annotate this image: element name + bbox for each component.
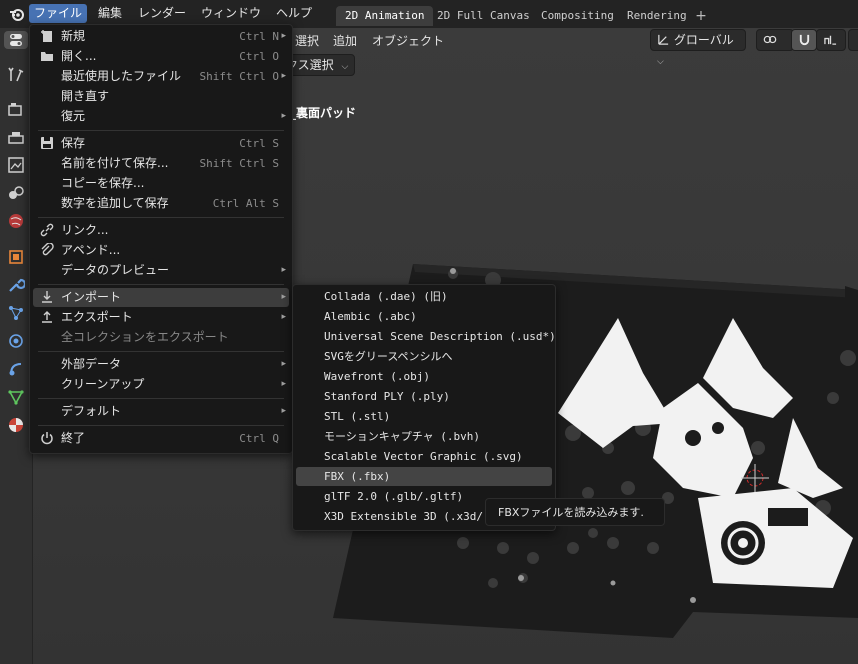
menu-item-new[interactable]: 新規 Ctrl N ▸ bbox=[33, 27, 289, 46]
file-menu: 新規 Ctrl N ▸ 開く... Ctrl O 最近使用したファイル Shif… bbox=[29, 24, 293, 454]
menu-separator bbox=[38, 398, 284, 399]
submenu-arrow-icon: ▸ bbox=[281, 71, 286, 81]
menu-item-clean-up[interactable]: クリーンアップ ▸ bbox=[33, 375, 289, 394]
submenu-arrow-icon: ▸ bbox=[281, 31, 286, 41]
object-icon[interactable] bbox=[7, 248, 25, 266]
particles-icon[interactable] bbox=[7, 304, 25, 322]
submenu-arrow-icon: ▸ bbox=[281, 359, 286, 369]
export-icon bbox=[42, 311, 52, 323]
menu-item-open[interactable]: 開く... Ctrl O bbox=[33, 47, 289, 66]
menu-item-save-copy[interactable]: コピーを保存... bbox=[33, 174, 289, 193]
import-item-collada[interactable]: Collada (.dae) (旧) bbox=[296, 287, 552, 306]
menu-separator bbox=[38, 217, 284, 218]
import-item-fbx[interactable]: FBX (.fbx) bbox=[296, 467, 552, 486]
import-item-svg[interactable]: Scalable Vector Graphic (.svg) bbox=[296, 447, 552, 466]
tool-icon[interactable] bbox=[7, 66, 25, 84]
tooltip-text: FBXファイルを読み込みます. bbox=[498, 506, 644, 519]
modifier-wrench-icon[interactable] bbox=[7, 276, 25, 294]
new-file-icon bbox=[41, 30, 52, 42]
import-icon bbox=[42, 291, 52, 303]
render-icon[interactable] bbox=[7, 100, 25, 118]
submenu-arrow-icon: ▸ bbox=[281, 406, 286, 416]
menu-item-save-as[interactable]: 名前を付けて保存... Shift Ctrl S bbox=[33, 154, 289, 173]
menu-separator bbox=[38, 425, 284, 426]
submenu-arrow-icon: ▸ bbox=[281, 111, 286, 121]
material-icon[interactable] bbox=[7, 416, 25, 434]
world-icon[interactable] bbox=[7, 212, 25, 230]
append-icon bbox=[41, 243, 54, 256]
menu-item-export[interactable]: エクスポート ▸ bbox=[33, 308, 289, 327]
submenu-arrow-icon: ▸ bbox=[281, 292, 286, 302]
tool-settings-icon[interactable] bbox=[4, 31, 28, 49]
menu-separator bbox=[38, 351, 284, 352]
object-data-icon[interactable] bbox=[7, 388, 25, 406]
menu-file[interactable]: ファイル bbox=[29, 4, 88, 23]
import-item-usd[interactable]: Universal Scene Description (.usd*) bbox=[296, 327, 556, 346]
tab-2d-full-canvas[interactable]: 2D Full Canvas bbox=[428, 6, 539, 26]
constraints-icon[interactable] bbox=[7, 360, 25, 378]
menu-item-link[interactable]: リンク... bbox=[33, 221, 289, 240]
menu-item-append[interactable]: アペンド... bbox=[33, 241, 289, 260]
menu-item-import[interactable]: インポート ▸ bbox=[33, 288, 289, 307]
import-item-wavefront-obj[interactable]: Wavefront (.obj) bbox=[296, 367, 552, 386]
physics-icon[interactable] bbox=[7, 332, 25, 350]
tab-rendering[interactable]: Rendering bbox=[618, 6, 696, 26]
menu-item-defaults[interactable]: デフォルト ▸ bbox=[33, 402, 289, 421]
output-icon[interactable] bbox=[7, 129, 25, 147]
add-workspace-button[interactable]: + bbox=[694, 6, 708, 26]
tab-2d-animation[interactable]: 2D Animation bbox=[336, 6, 434, 26]
menu-item-revert[interactable]: 開き直す bbox=[33, 87, 289, 106]
save-icon bbox=[41, 137, 53, 149]
menu-item-export-all-collections: 全コレクションをエクスポート bbox=[61, 330, 229, 344]
blender-logo-icon[interactable] bbox=[9, 6, 25, 22]
tooltip: FBXファイルを読み込みます. bbox=[485, 498, 665, 526]
menu-render[interactable]: レンダー bbox=[133, 4, 191, 23]
import-item-bvh[interactable]: モーションキャプチャ (.bvh) bbox=[296, 427, 552, 446]
menu-separator bbox=[38, 130, 284, 131]
import-item-stanford-ply[interactable]: Stanford PLY (.ply) bbox=[296, 387, 552, 406]
view-layer-icon[interactable] bbox=[7, 156, 25, 174]
menu-item-open-recent[interactable]: 最近使用したファイル Shift Ctrl O ▸ bbox=[33, 67, 289, 86]
import-submenu: Collada (.dae) (旧) Alembic (.abc) Univer… bbox=[292, 284, 556, 531]
submenu-arrow-icon: ▸ bbox=[281, 312, 286, 322]
link-icon bbox=[40, 223, 54, 237]
import-item-alembic[interactable]: Alembic (.abc) bbox=[296, 307, 552, 326]
import-item-svg-grease-pencil[interactable]: SVGをグリースペンシルへ bbox=[296, 347, 552, 366]
submenu-arrow-icon: ▸ bbox=[281, 379, 286, 389]
folder-icon bbox=[41, 52, 53, 61]
menu-item-external-data[interactable]: 外部データ ▸ bbox=[33, 355, 289, 374]
scene-icon[interactable] bbox=[7, 184, 25, 202]
menu-help[interactable]: ヘルプ bbox=[271, 4, 317, 23]
menu-edit[interactable]: 編集 bbox=[93, 4, 127, 23]
submenu-arrow-icon: ▸ bbox=[281, 265, 286, 275]
import-item-stl[interactable]: STL (.stl) bbox=[296, 407, 552, 426]
menu-separator bbox=[38, 284, 284, 285]
tab-compositing[interactable]: Compositing bbox=[532, 6, 623, 26]
menu-window[interactable]: ウィンドウ bbox=[196, 4, 266, 23]
menu-item-save[interactable]: 保存 Ctrl S bbox=[33, 134, 289, 153]
menu-item-save-incremental[interactable]: 数字を追加して保存 Ctrl Alt S bbox=[33, 194, 289, 213]
power-icon bbox=[41, 432, 53, 445]
menu-item-recover[interactable]: 復元 ▸ bbox=[33, 107, 289, 126]
menu-item-data-previews[interactable]: データのプレビュー ▸ bbox=[33, 261, 289, 280]
menu-item-quit[interactable]: 終了 Ctrl Q bbox=[33, 429, 289, 448]
